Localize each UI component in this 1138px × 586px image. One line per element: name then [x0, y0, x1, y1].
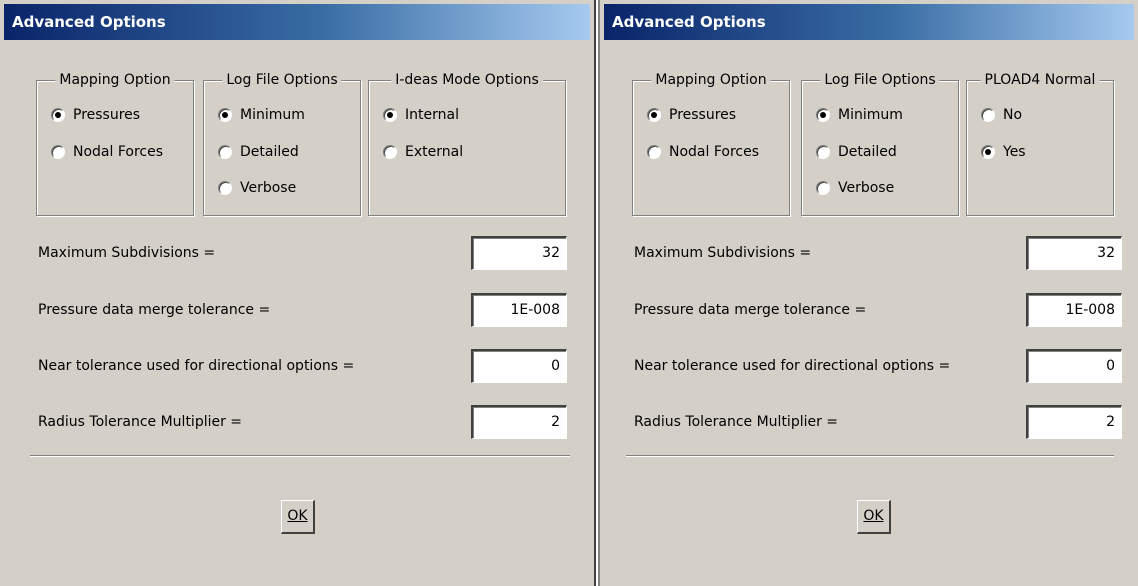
radio-label: Internal — [405, 107, 459, 123]
dialog-title: Advanced Options — [4, 4, 590, 40]
pressure-merge-tolerance-label: Pressure data merge tolerance = — [634, 302, 867, 318]
radio-label: Detailed — [240, 144, 299, 160]
radio-yes[interactable]: Yes — [981, 144, 1026, 160]
dialog-title: Advanced Options — [604, 4, 1134, 40]
radio-label: Pressures — [73, 107, 141, 123]
radio-button-icon[interactable] — [816, 145, 830, 159]
radius-tolerance-multiplier-input[interactable]: 2 — [1026, 405, 1122, 439]
radio-internal[interactable]: Internal — [383, 107, 459, 123]
radio-external[interactable]: External — [383, 144, 463, 160]
group-title: Log File Options — [820, 70, 940, 90]
ok-button[interactable]: OK — [281, 500, 315, 534]
radio-button-checked-icon[interactable] — [218, 108, 232, 122]
radio-button-checked-icon[interactable] — [816, 108, 830, 122]
pressure-merge-tolerance-input[interactable]: 1E-008 — [471, 293, 567, 327]
radio-button-icon[interactable] — [218, 181, 232, 195]
radio-detailed[interactable]: Detailed — [218, 144, 299, 160]
advanced-options-dialog-left: Advanced Options Mapping Option Pressure… — [0, 0, 596, 586]
radio-label: Pressures — [669, 107, 737, 123]
radius-tolerance-multiplier-label: Radius Tolerance Multiplier = — [634, 414, 839, 430]
pressure-merge-tolerance-label: Pressure data merge tolerance = — [38, 302, 271, 318]
ideas-mode-options-group: I-deas Mode Options Internal External — [368, 70, 566, 216]
radio-label: Detailed — [838, 144, 897, 160]
radio-button-icon[interactable] — [218, 145, 232, 159]
radio-button-icon[interactable] — [981, 108, 995, 122]
near-tolerance-label: Near tolerance used for directional opti… — [38, 358, 355, 374]
radio-nodal-forces[interactable]: Nodal Forces — [647, 144, 759, 160]
group-title: PLOAD4 Normal — [980, 70, 1100, 90]
radio-no[interactable]: No — [981, 107, 1022, 123]
radio-label: Nodal Forces — [669, 144, 760, 160]
maximum-subdivisions-label: Maximum Subdivisions = — [634, 245, 812, 261]
advanced-options-dialog-right: Advanced Options Mapping Option Pressure… — [598, 0, 1138, 586]
maximum-subdivisions-label: Maximum Subdivisions = — [38, 245, 216, 261]
radio-label: Minimum — [838, 107, 903, 123]
radio-detailed[interactable]: Detailed — [816, 144, 897, 160]
ok-button[interactable]: OK — [857, 500, 891, 534]
log-file-options-group: Log File Options Minimum Detailed Verbos… — [203, 70, 361, 216]
pload4-normal-group: PLOAD4 Normal No Yes — [966, 70, 1114, 216]
radio-label: Minimum — [240, 107, 305, 123]
radio-button-checked-icon[interactable] — [647, 108, 661, 122]
radius-tolerance-multiplier-label: Radius Tolerance Multiplier = — [38, 414, 243, 430]
radio-verbose[interactable]: Verbose — [218, 180, 296, 196]
radio-verbose[interactable]: Verbose — [816, 180, 894, 196]
near-tolerance-input[interactable]: 0 — [471, 349, 567, 383]
radio-label: No — [1003, 107, 1023, 123]
radio-label: Yes — [1003, 144, 1026, 160]
radio-label: Verbose — [240, 180, 297, 196]
log-file-options-group: Log File Options Minimum Detailed Verbos… — [801, 70, 959, 216]
radio-button-icon[interactable] — [647, 145, 661, 159]
radio-button-icon[interactable] — [383, 145, 397, 159]
radio-label: Verbose — [838, 180, 895, 196]
group-title: Mapping Option — [651, 70, 771, 90]
near-tolerance-label: Near tolerance used for directional opti… — [634, 358, 951, 374]
radio-nodal-forces[interactable]: Nodal Forces — [51, 144, 163, 160]
radio-button-checked-icon[interactable] — [383, 108, 397, 122]
radio-button-checked-icon[interactable] — [981, 145, 995, 159]
radio-minimum[interactable]: Minimum — [218, 107, 305, 123]
radio-button-checked-icon[interactable] — [51, 108, 65, 122]
group-title: I-deas Mode Options — [391, 70, 543, 90]
mapping-option-group: Mapping Option Pressures Nodal Forces — [36, 70, 194, 216]
maximum-subdivisions-input[interactable]: 32 — [1026, 236, 1122, 270]
separator — [30, 455, 570, 457]
radio-pressures[interactable]: Pressures — [51, 107, 140, 123]
mapping-option-group: Mapping Option Pressures Nodal Forces — [632, 70, 790, 216]
radio-pressures[interactable]: Pressures — [647, 107, 736, 123]
radius-tolerance-multiplier-input[interactable]: 2 — [471, 405, 567, 439]
near-tolerance-input[interactable]: 0 — [1026, 349, 1122, 383]
pressure-merge-tolerance-input[interactable]: 1E-008 — [1026, 293, 1122, 327]
radio-button-icon[interactable] — [51, 145, 65, 159]
radio-minimum[interactable]: Minimum — [816, 107, 903, 123]
separator — [626, 455, 1114, 457]
radio-label: External — [405, 144, 464, 160]
radio-label: Nodal Forces — [73, 144, 164, 160]
maximum-subdivisions-input[interactable]: 32 — [471, 236, 567, 270]
group-title: Mapping Option — [55, 70, 175, 90]
radio-button-icon[interactable] — [816, 181, 830, 195]
group-title: Log File Options — [222, 70, 342, 90]
